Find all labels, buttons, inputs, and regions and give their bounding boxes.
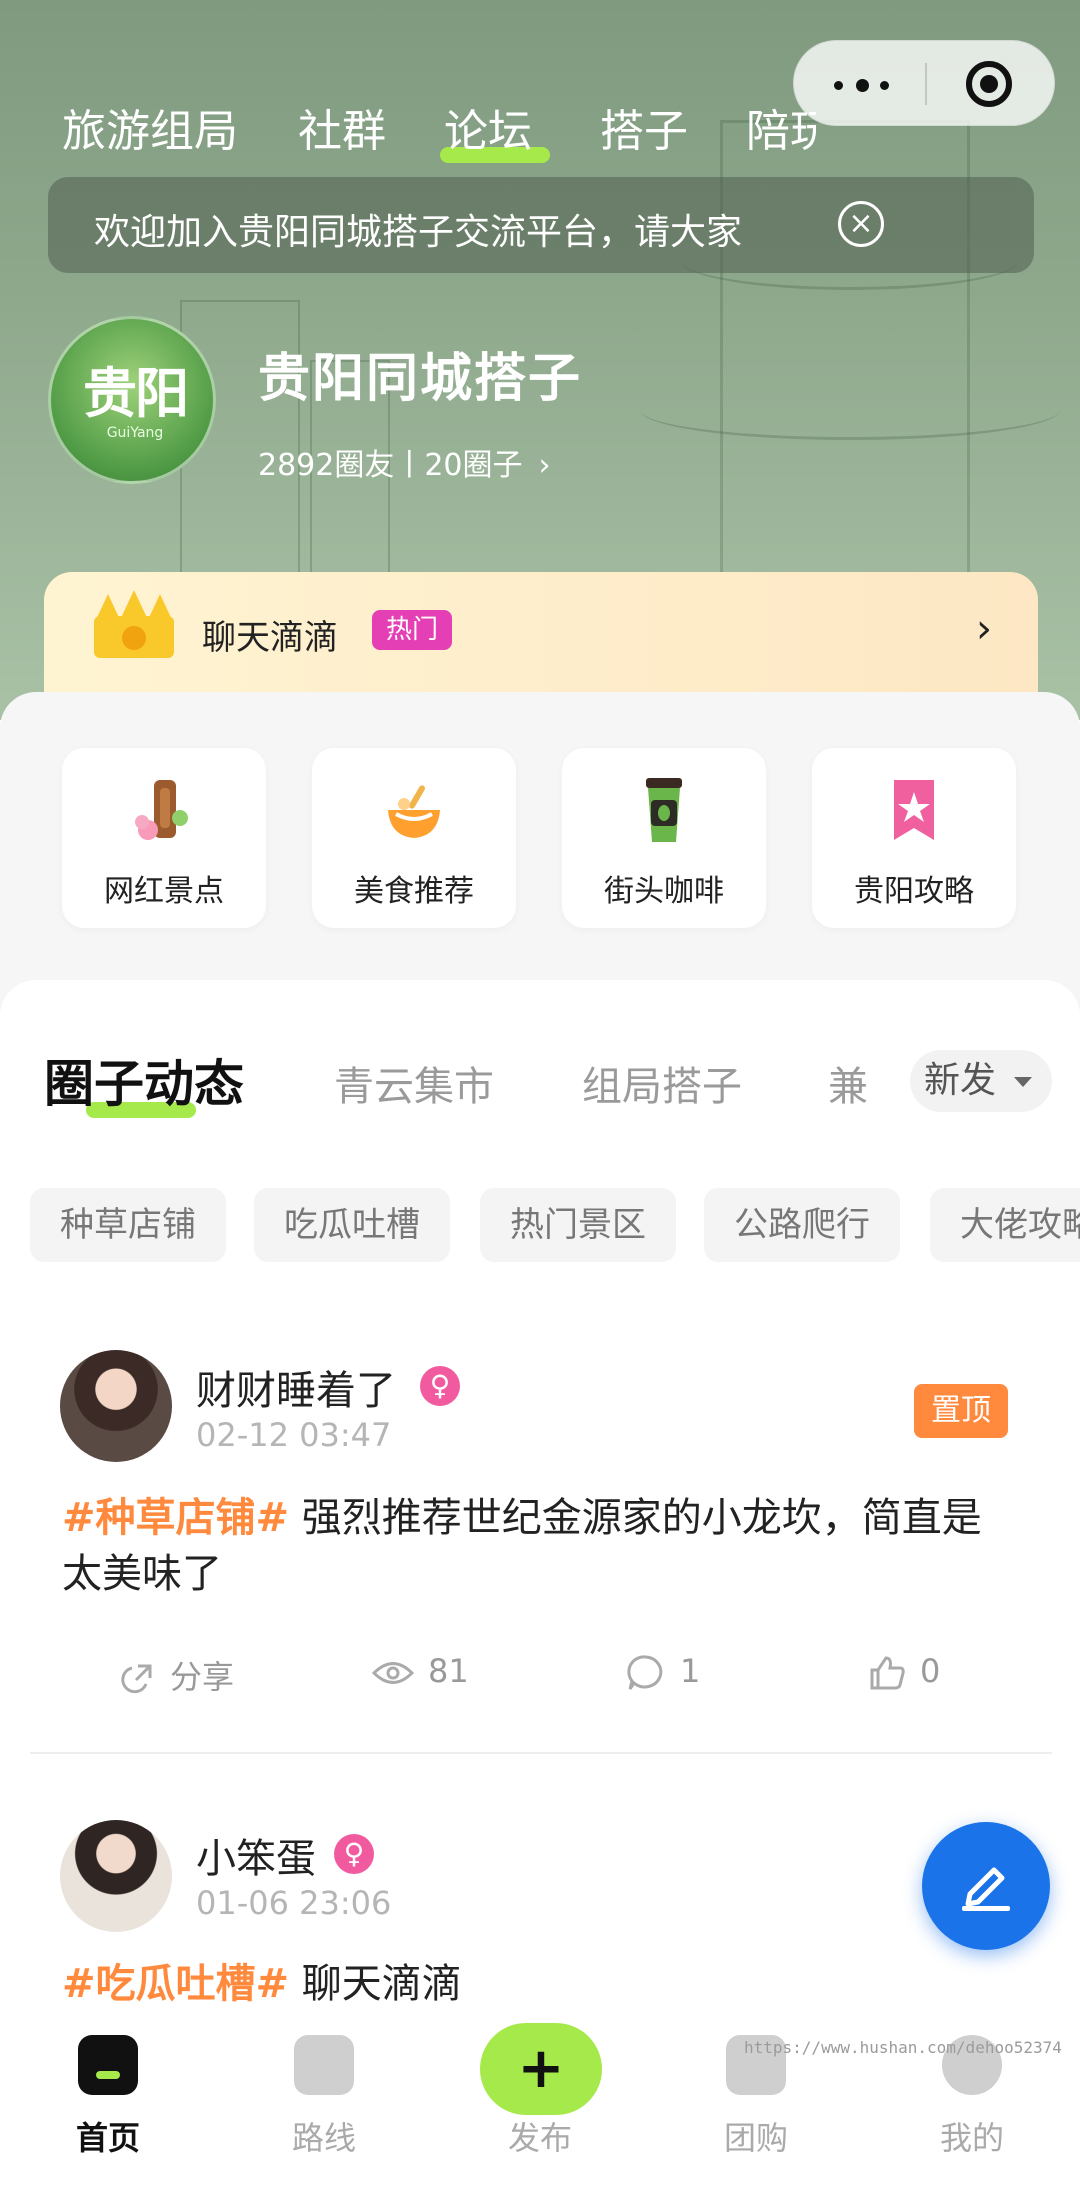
nav-label: 发布 — [507, 2119, 572, 2157]
nav-label: 团购 — [723, 2119, 788, 2157]
home-icon — [78, 2035, 138, 2095]
post-content[interactable]: #吃瓜吐槽# 聊天滴滴 — [62, 1956, 1002, 2012]
eye-icon — [372, 1662, 414, 1684]
chat-card-name: 聊天滴滴 — [202, 618, 338, 658]
group-logo-subtext: GuiYang — [106, 425, 164, 441]
close-circle-icon[interactable]: × — [838, 201, 884, 247]
tab-companion[interactable]: 陪玩 — [746, 95, 816, 159]
route-icon — [294, 2035, 354, 2095]
share-label: 分享 — [170, 1658, 235, 1696]
sort-dropdown[interactable]: 新发 — [910, 1050, 1052, 1112]
chip-gossip[interactable]: 吃瓜吐槽 — [254, 1188, 450, 1262]
notice-bar: 欢迎加入贵阳同城搭子交流平台，请大家 × — [48, 177, 1034, 273]
nav-route[interactable]: 路线 — [244, 2035, 404, 2159]
hot-badge: 热门 — [372, 610, 452, 650]
chip-road-trip[interactable]: 公路爬行 — [704, 1188, 900, 1262]
post-topic-tag[interactable]: #吃瓜吐槽# — [62, 1961, 289, 2007]
post-author[interactable]: 财财睡着了 — [196, 1358, 396, 1416]
nav-label: 我的 — [939, 2119, 1004, 2157]
share-icon — [121, 1664, 152, 1694]
tab-market[interactable]: 青云集市 — [334, 1054, 494, 1112]
share-button[interactable]: 分享 — [118, 1652, 234, 1698]
group-logo: 贵阳 GuiYang — [48, 316, 216, 484]
crown-icon — [94, 590, 174, 658]
thumbs-up-icon — [870, 1656, 905, 1690]
post-content[interactable]: #种草店铺# 强烈推荐世纪金源家的小龙坎，简直是太美味了 — [62, 1490, 1002, 1602]
chip-shops[interactable]: 种草店铺 — [30, 1188, 226, 1262]
quick-link-label: 美食推荐 — [354, 874, 474, 909]
tab-buddy[interactable]: 搭子 — [600, 95, 688, 159]
views-value: 81 — [428, 1652, 469, 1690]
food-bowl-icon — [388, 785, 440, 838]
female-icon: ♀ — [420, 1366, 460, 1406]
chip-guides[interactable]: 大佬攻略 — [930, 1188, 1080, 1262]
nav-home[interactable]: 首页 — [28, 2035, 188, 2159]
tab-community[interactable]: 社群 — [298, 95, 386, 159]
group-stats[interactable]: 2892圈友丨20圈子 › — [258, 440, 551, 484]
mini-program-capsule — [793, 40, 1055, 126]
notice-text: 欢迎加入贵阳同城搭子交流平台，请大家 — [94, 212, 743, 253]
sort-dropdown-label: 新发 — [924, 1060, 997, 1101]
create-post-button[interactable] — [922, 1822, 1050, 1950]
tab-circle-feed[interactable]: 圈子动态 — [44, 1044, 244, 1116]
pavilion-roof-illustration — [640, 380, 1060, 440]
avatar[interactable] — [60, 1350, 172, 1462]
quick-link-label: 网红景点 — [104, 874, 224, 909]
filter-chips: 种草店铺 吃瓜吐槽 热门景区 公路爬行 大佬攻略 — [30, 1188, 1080, 1262]
tab-part-time[interactable]: 兼 — [828, 1054, 868, 1112]
quick-link-label: 贵阳攻略 — [854, 874, 974, 909]
quick-link-attractions[interactable]: 网红景点 — [62, 748, 266, 928]
edit-pen-icon — [962, 1867, 1010, 1911]
more-dots-icon[interactable] — [834, 67, 904, 101]
group-title: 贵阳同城搭子 — [258, 349, 583, 409]
target-circle-icon[interactable] — [966, 61, 1012, 107]
tab-forum[interactable]: 论坛 — [444, 95, 532, 159]
quick-link-guide[interactable]: 贵阳攻略 — [812, 748, 1016, 928]
nav-label: 首页 — [75, 2119, 140, 2157]
post-time: 02-12 03:47 — [196, 1416, 392, 1454]
nav-label: 路线 — [291, 2119, 356, 2157]
like-count: 0 — [920, 1652, 941, 1690]
tab-meetup[interactable]: 组局搭子 — [582, 1054, 742, 1112]
group-stats-text: 2892圈友丨20圈子 — [258, 448, 523, 483]
post-topic-tag[interactable]: #种草店铺# — [62, 1495, 289, 1541]
coffee-cup-icon — [646, 778, 682, 842]
post-author[interactable]: 小笨蛋 — [196, 1826, 316, 1884]
tree-flower-icon — [135, 780, 188, 840]
plus-icon: + — [517, 2036, 565, 2101]
comment-button[interactable]: 1 — [626, 1652, 700, 1693]
like-button[interactable]: 0 — [868, 1652, 940, 1692]
post-divider — [30, 1752, 1052, 1754]
group-logo-text: 贵阳 — [83, 361, 189, 425]
quick-link-coffee[interactable]: 街头咖啡 — [562, 748, 766, 928]
pinned-badge: 置顶 — [914, 1384, 1008, 1438]
tab-travel[interactable]: 旅游组局 — [62, 95, 238, 159]
bookmark-star-icon — [894, 780, 934, 840]
watermark: https://www.hushan.com/dehoo52374 — [744, 2038, 1062, 2057]
avatar[interactable] — [60, 1820, 172, 1932]
post-time: 01-06 23:06 — [196, 1884, 392, 1922]
chevron-down-icon — [1014, 1077, 1032, 1087]
comment-count: 1 — [680, 1652, 701, 1690]
comment-icon — [627, 1655, 663, 1690]
chip-scenic[interactable]: 热门景区 — [480, 1188, 676, 1262]
capsule-divider — [925, 63, 927, 105]
chevron-right-icon: › — [538, 448, 551, 483]
views-count: 81 — [372, 1652, 469, 1690]
female-icon: ♀ — [334, 1834, 374, 1874]
post-text: 聊天滴滴 — [289, 1961, 462, 2007]
chevron-right-icon: › — [976, 606, 992, 652]
quick-link-label: 街头咖啡 — [604, 874, 724, 909]
quick-link-food[interactable]: 美食推荐 — [312, 748, 516, 928]
chat-card[interactable]: 聊天滴滴 热门 › — [44, 572, 1038, 712]
publish-button[interactable]: + — [480, 2023, 602, 2115]
